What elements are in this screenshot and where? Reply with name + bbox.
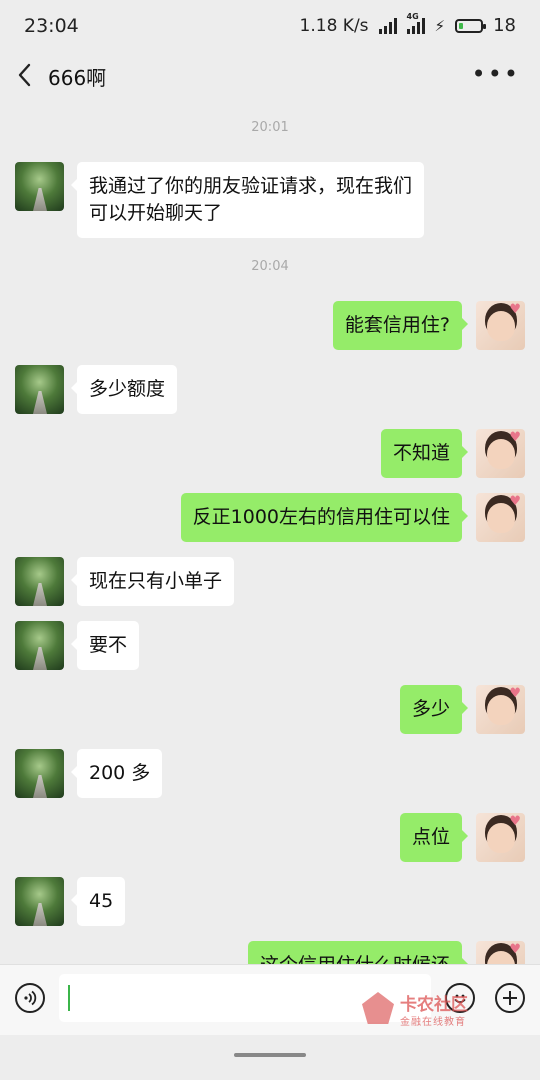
contact-avatar[interactable]	[15, 365, 64, 414]
received-message[interactable]: 要不	[70, 621, 140, 670]
my-avatar[interactable]	[476, 429, 525, 478]
my-avatar[interactable]	[476, 813, 525, 862]
contact-avatar[interactable]	[15, 162, 64, 211]
contact-avatar[interactable]	[15, 749, 64, 798]
message-list[interactable]: 20:01 20:04 我通过了你的朋友验证请求，现在我们 可以开始聊天了能套信用住…	[0, 98, 540, 964]
my-avatar[interactable]	[476, 941, 525, 964]
watermark: 卡农社区 金融在线教育	[362, 990, 482, 1028]
charging-icon: ⚡	[434, 16, 446, 35]
home-indicator[interactable]	[234, 1053, 306, 1057]
contact-avatar[interactable]	[15, 877, 64, 926]
received-message[interactable]: 多少额度	[70, 365, 178, 414]
received-message[interactable]: 现在只有小单子	[70, 557, 235, 606]
timestamp: 20:01	[251, 120, 289, 135]
timestamp: 20:04	[251, 259, 289, 274]
contact-avatar[interactable]	[15, 557, 64, 606]
voice-icon[interactable]	[15, 983, 45, 1013]
network-type: 4G	[406, 11, 419, 21]
text-caret	[68, 985, 70, 1011]
chat-header: 666啊 •••	[0, 52, 540, 98]
sent-message[interactable]: 点位	[399, 813, 469, 862]
status-bar: 23:04 1.18 K/s 4G ⚡ 18	[0, 0, 540, 56]
watermark-subtitle: 金融在线教育	[400, 1017, 466, 1028]
sent-message[interactable]: 反正1000左右的信用住可以住	[180, 493, 469, 542]
signal-icon	[378, 17, 397, 34]
sent-message[interactable]: 不知道	[380, 429, 469, 478]
battery-icon	[455, 18, 487, 33]
status-time: 23:04	[24, 15, 79, 37]
chevron-left-icon[interactable]	[12, 58, 40, 92]
chat-title: 666啊	[48, 66, 107, 90]
received-message[interactable]: 200 多	[70, 749, 163, 798]
received-message[interactable]: 我通过了你的朋友验证请求，现在我们 可以开始聊天了	[70, 162, 425, 238]
sent-message[interactable]: 能套信用住?	[332, 301, 469, 350]
my-avatar[interactable]	[476, 493, 525, 542]
my-avatar[interactable]	[476, 685, 525, 734]
status-icons: 1.18 K/s 4G ⚡ 18	[299, 12, 516, 37]
contact-avatar[interactable]	[15, 621, 64, 670]
battery-level: 18	[493, 15, 516, 36]
sent-message[interactable]: 这个信用住什么时候还	[247, 941, 469, 964]
plus-icon[interactable]	[495, 983, 525, 1013]
sent-message[interactable]: 多少	[399, 685, 469, 734]
network-speed: 1.18 K/s	[299, 15, 369, 36]
more-dots-icon[interactable]: •••	[472, 60, 520, 88]
my-avatar[interactable]	[476, 301, 525, 350]
signal-4g-icon: 4G	[406, 12, 425, 34]
received-message[interactable]: 45	[70, 877, 126, 926]
watermark-title: 卡农社区	[400, 995, 468, 1015]
watermark-logo-icon	[362, 992, 394, 1024]
